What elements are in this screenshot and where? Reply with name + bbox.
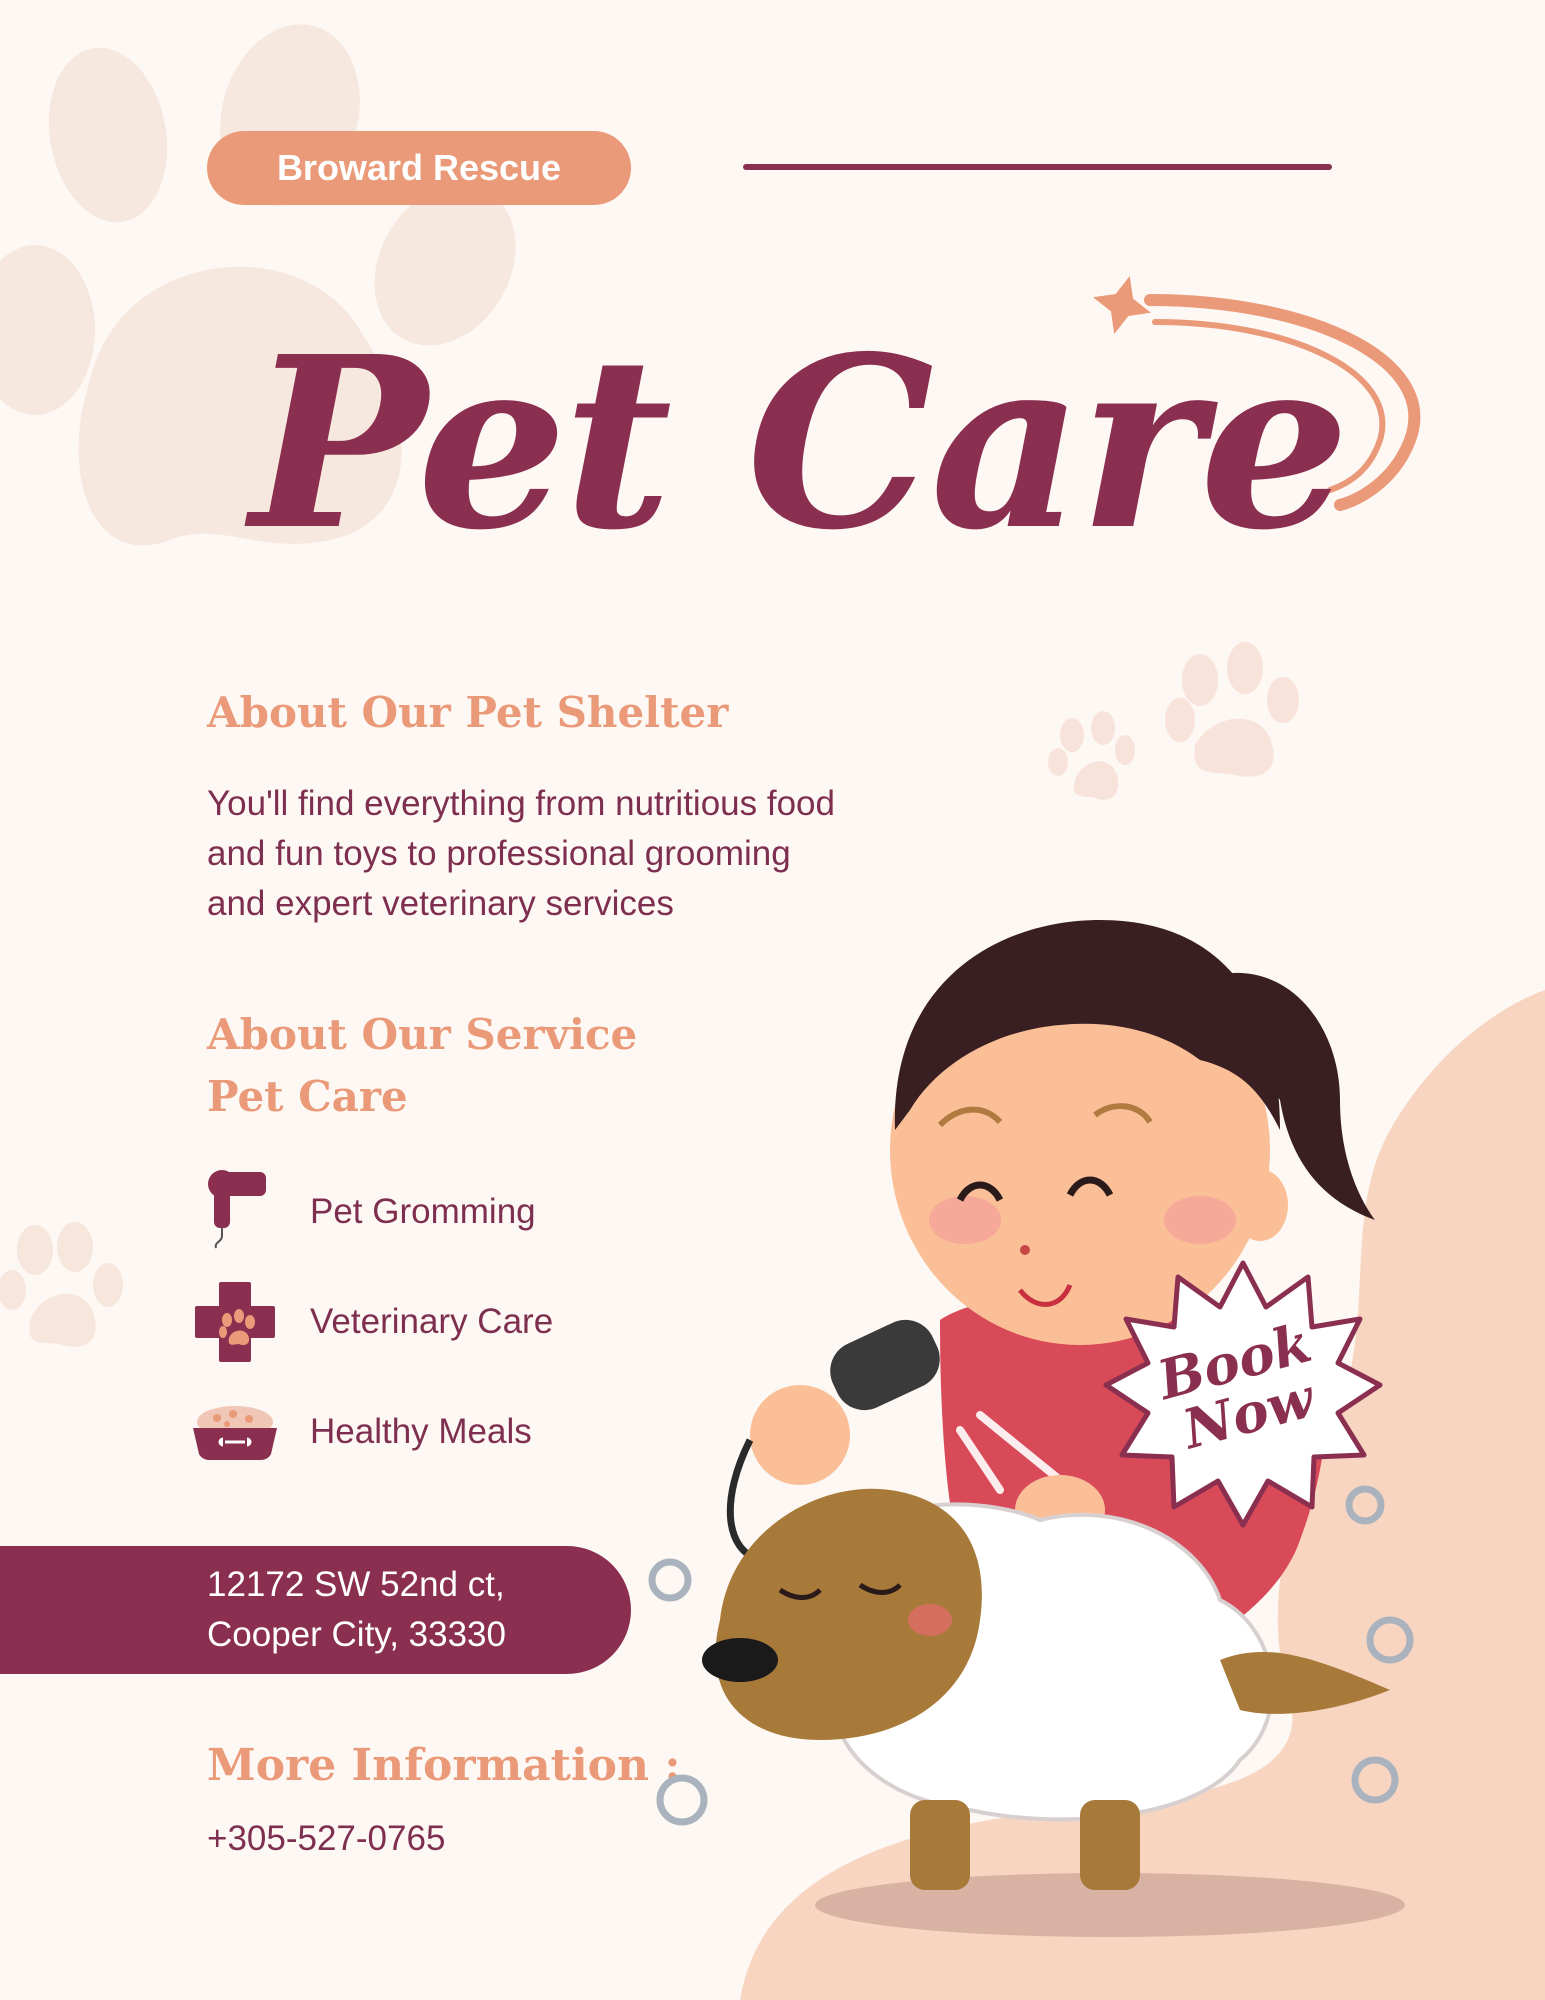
organization-badge: Broward Rescue [207,131,631,205]
address-line: Cooper City, 33330 [207,1615,506,1654]
pet-food-bowl-icon [185,1392,285,1472]
book-now-button[interactable]: Book Now [1098,1255,1388,1545]
address-box: 12172 SW 52nd ct, Cooper City, 33330 [0,1546,631,1674]
small-paw-print-icon [0,1222,123,1347]
hair-dryer-icon [185,1170,285,1252]
header-divider [743,164,1332,170]
page-title: Pet Care [250,304,1350,582]
text-line: You'll find everything from nutritious f… [207,784,835,823]
heading-line: About Our Service [207,1010,638,1059]
address-line: 12172 SW 52nd ct, [207,1565,505,1604]
small-paw-print-icon [1165,642,1299,777]
phone-number[interactable]: +305-527-0765 [207,1814,445,1864]
more-info-heading: More Information : [207,1740,681,1791]
service-item: Pet Gromming [185,1170,536,1252]
about-service-heading: About Our Service Pet Care [207,1004,637,1128]
medical-cross-paw-icon [185,1282,285,1362]
small-paw-print-icon [1048,711,1135,800]
about-shelter-heading: About Our Pet Shelter [207,688,729,737]
service-label: Healthy Meals [310,1412,532,1451]
service-item: Veterinary Care [185,1282,553,1362]
service-item: Healthy Meals [185,1392,532,1472]
service-label: Pet Gromming [310,1192,536,1231]
service-label: Veterinary Care [310,1302,554,1341]
text-line: and fun toys to professional grooming [207,834,791,873]
heading-line: Pet Care [207,1072,408,1121]
